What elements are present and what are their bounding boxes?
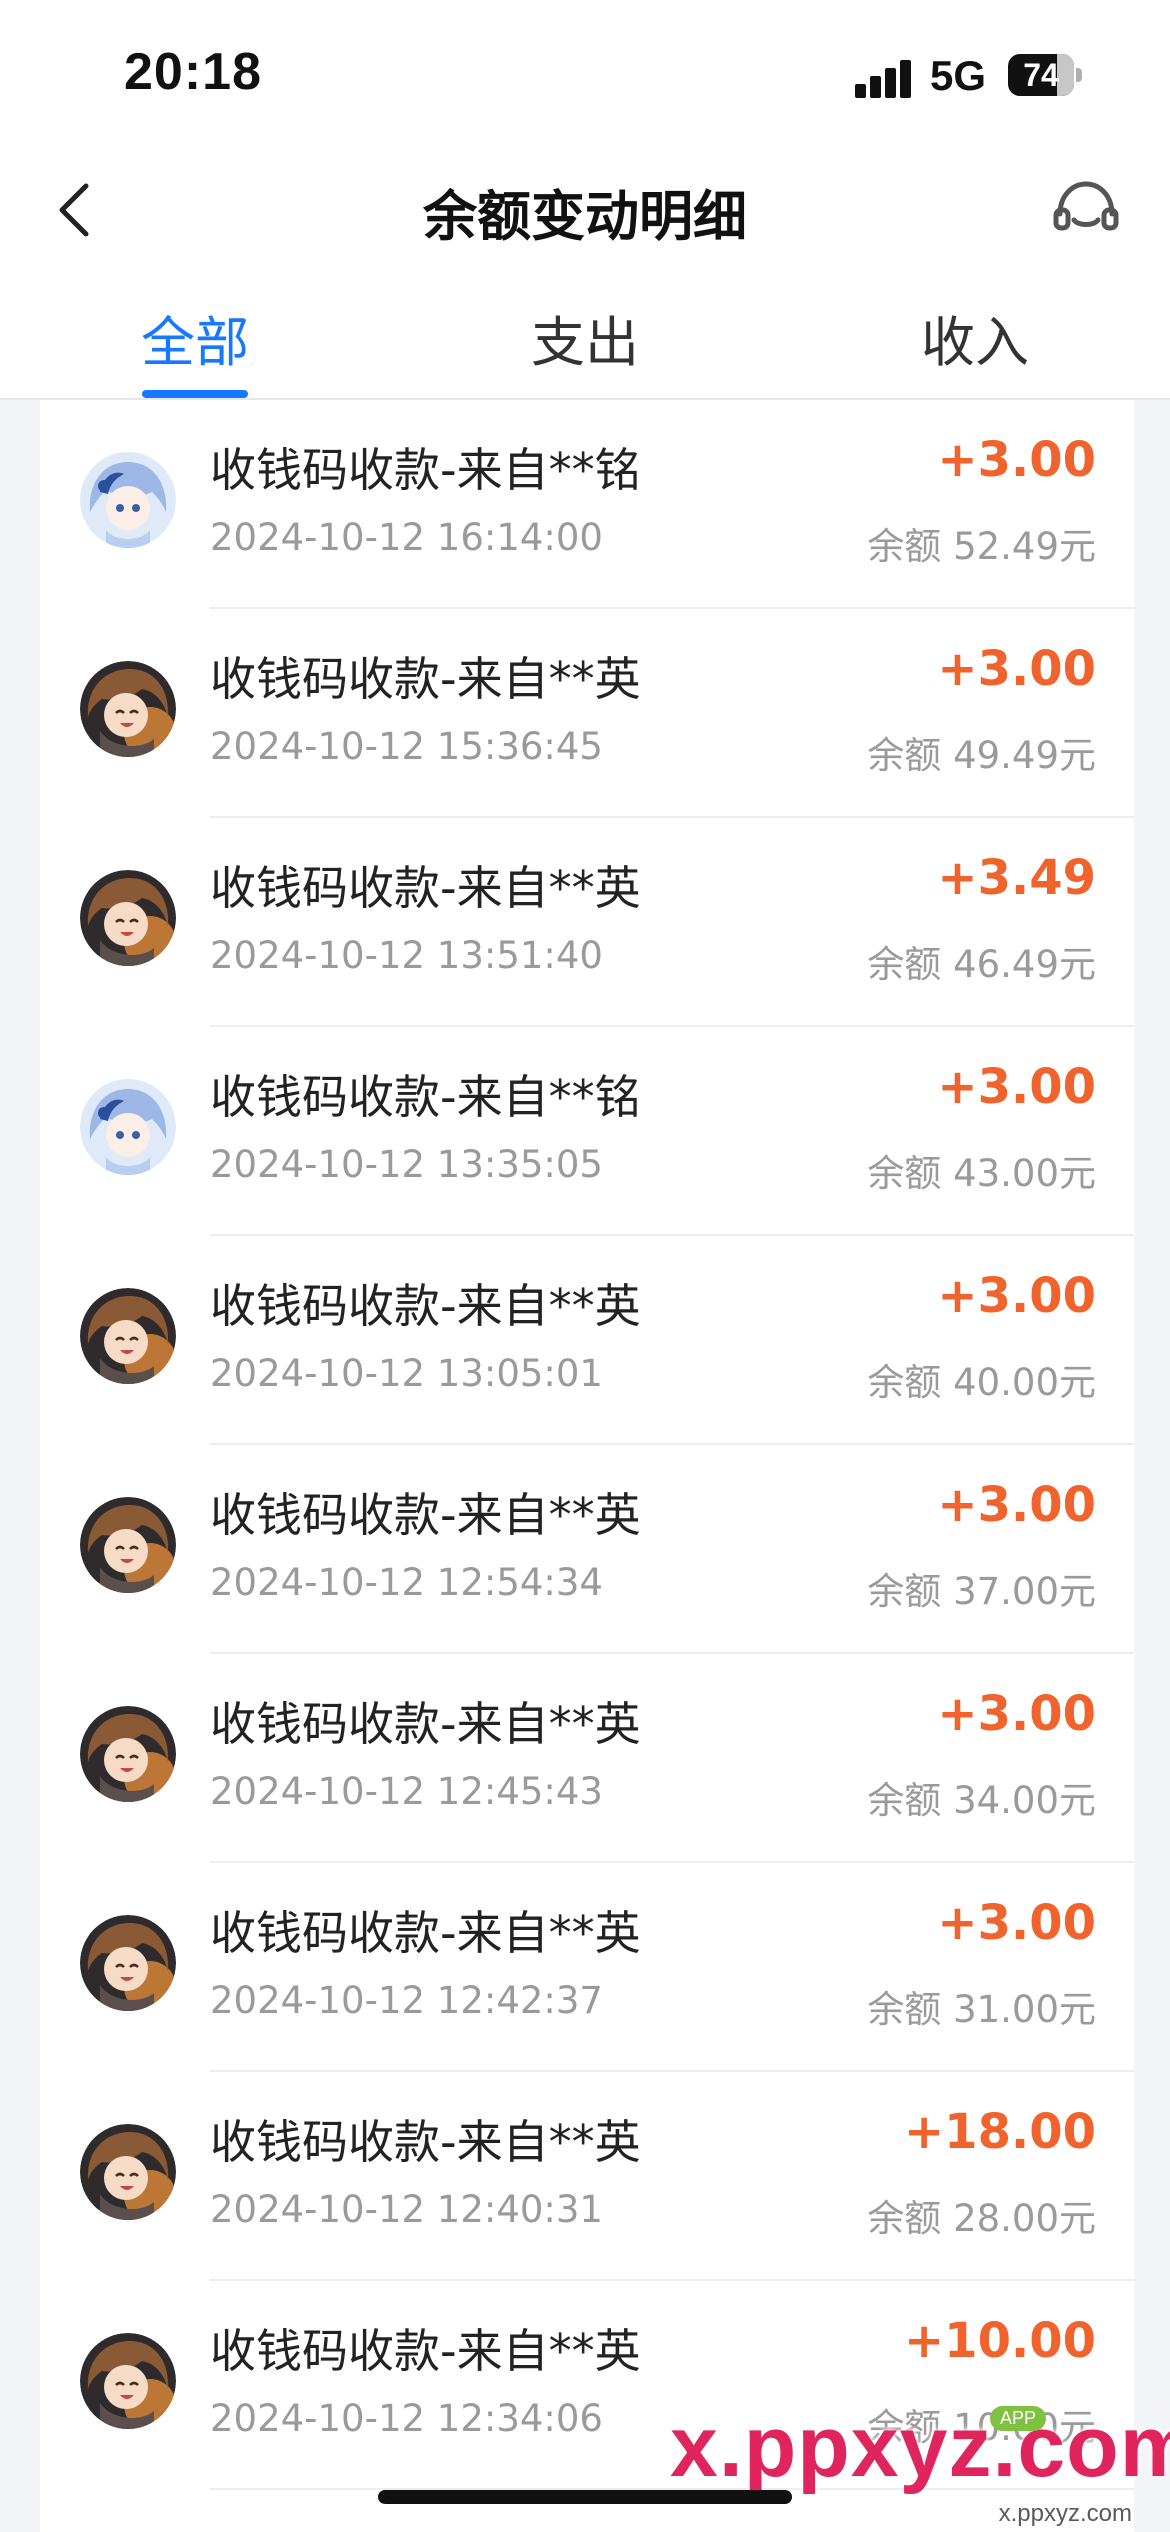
anime-brown-hair-avatar [80, 2333, 176, 2429]
transaction-balance: 余额 43.00元 [867, 1152, 1096, 1195]
transaction-amount: +3.00 [937, 1477, 1096, 1533]
transaction-title: 收钱码收款-来自**英 [210, 1906, 641, 1960]
transaction-balance: 余额 37.00元 [867, 1570, 1096, 1613]
transaction-time: 2024-10-12 12:42:37 [210, 1979, 603, 2022]
transaction-title: 收钱码收款-来自**英 [210, 2115, 641, 2169]
transaction-time: 2024-10-12 13:51:40 [210, 934, 603, 977]
transaction-list[interactable]: 收钱码收款-来自**铭 2024-10-12 16:14:00 +3.00 余额 52… [40, 400, 1134, 2532]
anime-brown-hair-avatar [80, 1915, 176, 2011]
signal-bars-icon [855, 60, 913, 98]
watermark-logo: x.ppxyz.com APP x.ppxyz.com [660, 2398, 1170, 2528]
watermark-subtext: x.ppxyz.com [998, 2500, 1132, 2527]
transaction-time: 2024-10-12 12:45:43 [210, 1770, 603, 1813]
anime-brown-hair-avatar [80, 1288, 176, 1384]
transaction-row[interactable]: 收钱码收款-来自**英 2024-10-12 12:42:37 +3.00 余额 31… [40, 1863, 1134, 2072]
watermark-text: x.ppxyz.com [670, 2399, 1170, 2495]
network-label: 5G [930, 52, 987, 99]
transaction-title: 收钱码收款-来自**铭 [210, 443, 641, 497]
transaction-title: 收钱码收款-来自**铭 [210, 1070, 641, 1124]
transaction-row[interactable]: 收钱码收款-来自**英 2024-10-12 15:36:45 +3.00 余额 49… [40, 609, 1134, 818]
transaction-time: 2024-10-12 13:05:01 [210, 1352, 603, 1395]
transaction-balance: 余额 52.49元 [867, 525, 1096, 568]
transaction-amount: +3.00 [937, 1895, 1096, 1951]
battery-icon: 74 [1008, 54, 1082, 96]
anime-brown-hair-avatar [80, 661, 176, 757]
home-indicator [378, 2490, 792, 2504]
transaction-time: 2024-10-12 12:54:34 [210, 1561, 603, 1604]
transaction-row[interactable]: 收钱码收款-来自**英 2024-10-12 12:45:43 +3.00 余额 34… [40, 1654, 1134, 1863]
transaction-title: 收钱码收款-来自**英 [210, 652, 641, 706]
status-bar: 20:18 5G 74 [0, 0, 1170, 150]
transaction-amount: +3.49 [937, 850, 1096, 906]
transaction-amount: +3.00 [937, 432, 1096, 488]
transaction-title: 收钱码收款-来自**英 [210, 1488, 641, 1542]
transaction-time: 2024-10-12 13:35:05 [210, 1143, 603, 1186]
transaction-row[interactable]: 收钱码收款-来自**铭 2024-10-12 13:35:05 +3.00 余额 43… [40, 1027, 1134, 1236]
support-button[interactable] [1046, 170, 1126, 250]
transaction-time: 2024-10-12 12:40:31 [210, 2188, 603, 2231]
anime-brown-hair-avatar [80, 1706, 176, 1802]
transaction-amount: +3.00 [937, 641, 1096, 697]
tab-expense[interactable]: 支出 [465, 298, 705, 377]
transaction-title: 收钱码收款-来自**英 [210, 2324, 641, 2378]
tab-bar: 全部 支出 收入 [0, 268, 1170, 400]
battery-level: 74 [1023, 57, 1059, 93]
anime-blue-hair-avatar [80, 1079, 176, 1175]
transaction-balance: 余额 49.49元 [867, 734, 1096, 777]
transaction-amount: +10.00 [903, 2313, 1096, 2369]
transaction-balance: 余额 46.49元 [867, 943, 1096, 986]
transaction-time: 2024-10-12 15:36:45 [210, 725, 603, 768]
watermark-tag: APP [990, 2406, 1047, 2431]
transaction-title: 收钱码收款-来自**英 [210, 861, 641, 915]
transaction-time: 2024-10-12 12:34:06 [210, 2397, 603, 2440]
transaction-row[interactable]: 收钱码收款-来自**英 2024-10-12 12:40:31 +18.00 余额 2… [40, 2072, 1134, 2281]
anime-blue-hair-avatar [80, 452, 176, 548]
transaction-balance: 余额 31.00元 [867, 1988, 1096, 2031]
transaction-balance: 余额 34.00元 [867, 1779, 1096, 1822]
transaction-title: 收钱码收款-来自**英 [210, 1279, 641, 1333]
tab-income[interactable]: 收入 [855, 298, 1095, 377]
transaction-row[interactable]: 收钱码收款-来自**英 2024-10-12 12:54:34 +3.00 余额 37… [40, 1445, 1134, 1654]
transaction-amount: +3.00 [937, 1686, 1096, 1742]
anime-brown-hair-avatar [80, 1497, 176, 1593]
nav-bar: 余额变动明细 [0, 150, 1170, 268]
anime-brown-hair-avatar [80, 2124, 176, 2220]
transaction-time: 2024-10-12 16:14:00 [210, 516, 603, 559]
transaction-row[interactable]: 收钱码收款-来自**铭 2024-10-12 16:14:00 +3.00 余额 52… [40, 400, 1134, 609]
tab-all[interactable]: 全部 [75, 298, 315, 377]
transaction-title: 收钱码收款-来自**英 [210, 1697, 641, 1751]
status-time: 20:18 [124, 43, 262, 101]
anime-brown-hair-avatar [80, 870, 176, 966]
headset-icon [1053, 181, 1119, 231]
transaction-balance: 余额 40.00元 [867, 1361, 1096, 1404]
transaction-row[interactable]: 收钱码收款-来自**英 2024-10-12 13:51:40 +3.49 余额 46… [40, 818, 1134, 1027]
transaction-balance: 余额 28.00元 [867, 2197, 1096, 2240]
transaction-amount: +18.00 [903, 2104, 1096, 2160]
page-title: 余额变动明细 [423, 185, 747, 248]
tab-active-indicator [142, 390, 248, 398]
transaction-amount: +3.00 [937, 1268, 1096, 1324]
transaction-amount: +3.00 [937, 1059, 1096, 1115]
transaction-row[interactable]: 收钱码收款-来自**英 2024-10-12 13:05:01 +3.00 余额 40… [40, 1236, 1134, 1445]
